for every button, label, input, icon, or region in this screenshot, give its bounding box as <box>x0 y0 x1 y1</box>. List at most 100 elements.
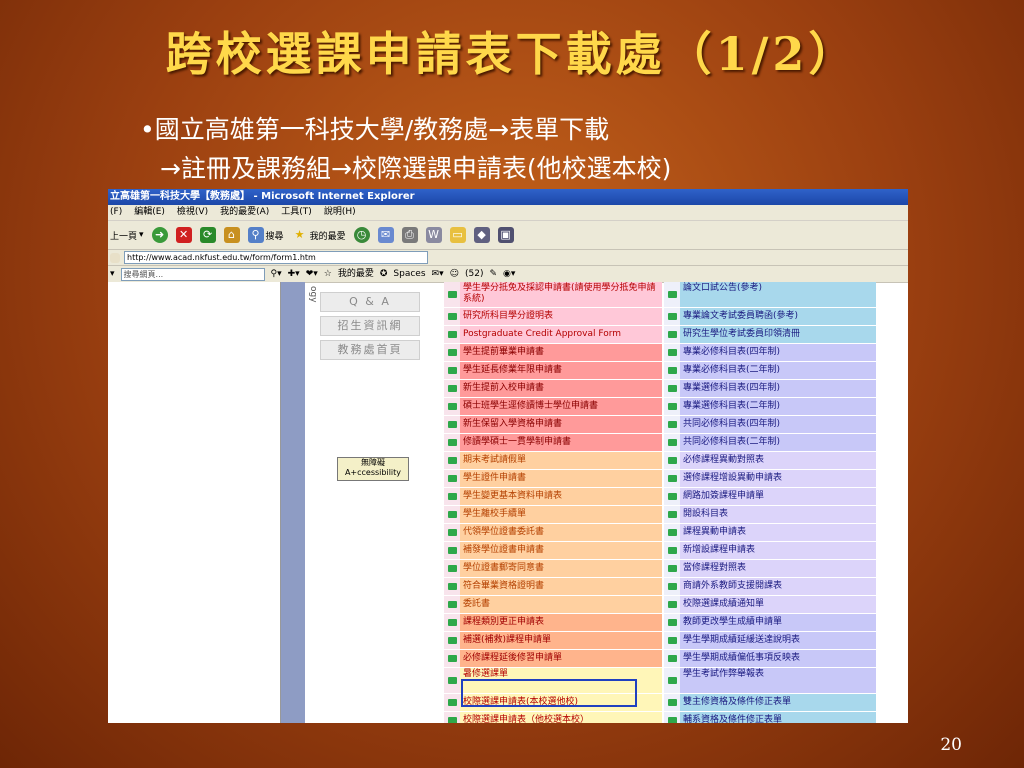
form-link-left[interactable]: 課程類別更正申請表 <box>460 614 662 631</box>
form-link-right[interactable]: 研究生學位考試委員印領清冊 <box>680 326 876 343</box>
search-input[interactable]: 搜尋網頁... <box>120 267 265 281</box>
table-row: 碩士班學生逕修讀博士學位申請書 專業選修科目表(二年制) <box>444 398 878 415</box>
form-link-right[interactable]: 商請外系教師支援開課表 <box>680 578 876 595</box>
mail-icon[interactable]: ✉▾ <box>432 266 444 282</box>
form-link-right[interactable]: 專業選修科目表(二年制) <box>680 398 876 415</box>
highlight-icon[interactable]: ✚▾ <box>288 266 300 282</box>
form-link-left[interactable]: 符合畢業資格證明書 <box>460 578 662 595</box>
mail-icon[interactable]: ✉ <box>377 227 394 243</box>
bullet-icon <box>664 560 680 577</box>
search-button[interactable]: ⚲ 搜尋 <box>247 227 284 243</box>
refresh-icon[interactable]: ⟳ <box>199 227 216 243</box>
bullet-icon <box>444 282 460 307</box>
search-go-icon[interactable]: ⚲▾ <box>271 266 282 282</box>
edit-icon[interactable]: W <box>425 227 442 243</box>
stop-icon[interactable]: ✕ <box>175 227 192 243</box>
form-link-left[interactable]: 代領學位證書委託書 <box>460 524 662 541</box>
form-link-right[interactable]: 學生考試作弊舉報表 <box>680 668 876 693</box>
messenger-icon[interactable]: ◆ <box>473 227 490 243</box>
form-link-right[interactable]: 專業必修科目表(二年制) <box>680 362 876 379</box>
table-row: 補選(補救)課程申請單 學生學期成績延緩送達說明表 <box>444 632 878 649</box>
searchbar-favorites[interactable]: 我的最愛 <box>338 266 374 282</box>
research-icon[interactable]: ▣ <box>497 227 514 243</box>
form-link-left[interactable]: 學生學分抵免及採認申請書(請使用學分抵免申請系統) <box>460 282 662 307</box>
form-link-left[interactable]: 學生延長修業年限申請書 <box>460 362 662 379</box>
form-link-right[interactable]: 必修課程異動對照表 <box>680 452 876 469</box>
home-icon[interactable]: ⌂ <box>223 227 240 243</box>
favorites-star-icon[interactable]: ☆ <box>324 266 332 282</box>
form-link-right[interactable]: 專業選修科目表(四年制) <box>680 380 876 397</box>
form-link-left[interactable]: 學生證件申請書 <box>460 470 662 487</box>
menu-help[interactable]: 說明(H) <box>324 205 356 220</box>
help-icon[interactable]: ◉▾ <box>503 266 515 282</box>
table-row: 符合畢業資格證明書 商請外系教師支援開課表 <box>444 578 878 595</box>
form-link-right[interactable]: 共同必修科目表(四年制) <box>680 416 876 433</box>
favorites-button[interactable]: ★ 我的最愛 <box>292 227 346 243</box>
chevron-down-icon[interactable]: ▾ <box>110 266 115 282</box>
form-link-right[interactable]: 選修課程增設異動申請表 <box>680 470 876 487</box>
menu-view[interactable]: 檢視(V) <box>177 205 208 220</box>
form-link-left[interactable]: 學位證書郵寄同意書 <box>460 560 662 577</box>
form-link-right[interactable]: 雙主修資格及條件修正表單 <box>680 694 876 711</box>
form-link-left[interactable]: 新生提前入校申請書 <box>460 380 662 397</box>
form-link-left[interactable]: 必修課程延後修習申請單 <box>460 650 662 667</box>
nav-admission-button[interactable]: 招生資訊網 <box>320 316 420 336</box>
accessibility-badge[interactable]: 無障礙 A+ccessibility <box>337 457 409 481</box>
pencil-icon[interactable]: ✎ <box>489 266 497 282</box>
form-link-right[interactable]: 論文口試公告(參考) <box>680 282 876 307</box>
contacts-count[interactable]: (52) <box>465 266 483 282</box>
contacts-icon[interactable]: ☺ <box>450 266 459 282</box>
nav-home-button[interactable]: 教務處首頁 <box>320 340 420 360</box>
nav-qa-button[interactable]: Q & A <box>320 292 420 312</box>
form-link-left[interactable]: 學生提前畢業申請書 <box>460 344 662 361</box>
bullet-icon <box>444 344 460 361</box>
menu-file[interactable]: (F) <box>110 205 122 220</box>
table-row: 課程類別更正申請表 教師更改學生成績申請單 <box>444 614 878 631</box>
form-link-right[interactable]: 教師更改學生成績申請單 <box>680 614 876 631</box>
form-link-left[interactable]: 補選(補救)課程申請單 <box>460 632 662 649</box>
spaces-link[interactable]: Spaces <box>393 266 425 282</box>
history-icon[interactable]: ◷ <box>353 227 370 243</box>
form-link-right[interactable]: 專業論文考試委員聘函(參考) <box>680 308 876 325</box>
form-link-right[interactable]: 新增設課程申請表 <box>680 542 876 559</box>
form-link-left[interactable]: 校際選課申請表（他校選本校） <box>460 712 662 723</box>
forward-icon[interactable]: ➜ <box>151 227 168 243</box>
form-link-right[interactable]: 輔系資格及條件修正表單 <box>680 712 876 723</box>
table-row: 新生保留入學資格申請書 共同必修科目表(四年制) <box>444 416 878 433</box>
address-input[interactable]: http://www.acad.nkfust.edu.tw/form/form1… <box>124 251 428 264</box>
menu-edit[interactable]: 編輯(E) <box>134 205 165 220</box>
slide-title: 跨校選課申請表下載處（1/2） <box>165 27 859 81</box>
form-link-left[interactable]: 新生保留入學資格申請書 <box>460 416 662 433</box>
form-link-right[interactable]: 專業必修科目表(四年制) <box>680 344 876 361</box>
form-link-right[interactable]: 當修課程對照表 <box>680 560 876 577</box>
form-link-left[interactable]: 期末考試請假單 <box>460 452 662 469</box>
table-row: 學生證件申請書 選修課程增設異動申請表 <box>444 470 878 487</box>
form-link-right[interactable]: 開設科目表 <box>680 506 876 523</box>
menu-favorites[interactable]: 我的最愛(A) <box>220 205 269 220</box>
bullet-icon <box>444 668 460 693</box>
form-link-right[interactable]: 網路加簽課程申請單 <box>680 488 876 505</box>
form-link-left[interactable]: 修讀學碩士一貫學制申請書 <box>460 434 662 451</box>
table-row: 學生提前畢業申請書 專業必修科目表(四年制) <box>444 344 878 361</box>
print-icon[interactable]: ⎙ <box>401 227 418 243</box>
form-link-left[interactable]: Postgraduate Credit Approval Form <box>460 326 662 343</box>
form-link-right[interactable]: 學生學期成績偏低事項反映表 <box>680 650 876 667</box>
form-link-left[interactable]: 研究所科目學分證明表 <box>460 308 662 325</box>
form-link-left[interactable]: 碩士班學生逕修讀博士學位申請書 <box>460 398 662 415</box>
form-link-right[interactable]: 校際選課成績通知單 <box>680 596 876 613</box>
back-button[interactable]: 上一頁 ▾ <box>110 229 144 242</box>
form-link-left[interactable]: 學生離校手續單 <box>460 506 662 523</box>
bullet-icon <box>444 614 460 631</box>
form-link-left[interactable]: 學生變更基本資料申請表 <box>460 488 662 505</box>
folder-icon[interactable]: ▭ <box>449 227 466 243</box>
msn-icon[interactable]: ❤▾ <box>306 266 318 282</box>
form-link-right[interactable]: 共同必修科目表(二年制) <box>680 434 876 451</box>
form-link-left[interactable]: 委託書 <box>460 596 662 613</box>
side-strip <box>281 282 305 723</box>
form-link-left[interactable]: 補發學位證書申請書 <box>460 542 662 559</box>
bullet-icon <box>664 326 680 343</box>
form-link-right[interactable]: 學生學期成績延緩送達說明表 <box>680 632 876 649</box>
spaces-icon[interactable]: ✪ <box>380 266 388 282</box>
menu-tools[interactable]: 工具(T) <box>281 205 312 220</box>
form-link-right[interactable]: 課程異動申請表 <box>680 524 876 541</box>
